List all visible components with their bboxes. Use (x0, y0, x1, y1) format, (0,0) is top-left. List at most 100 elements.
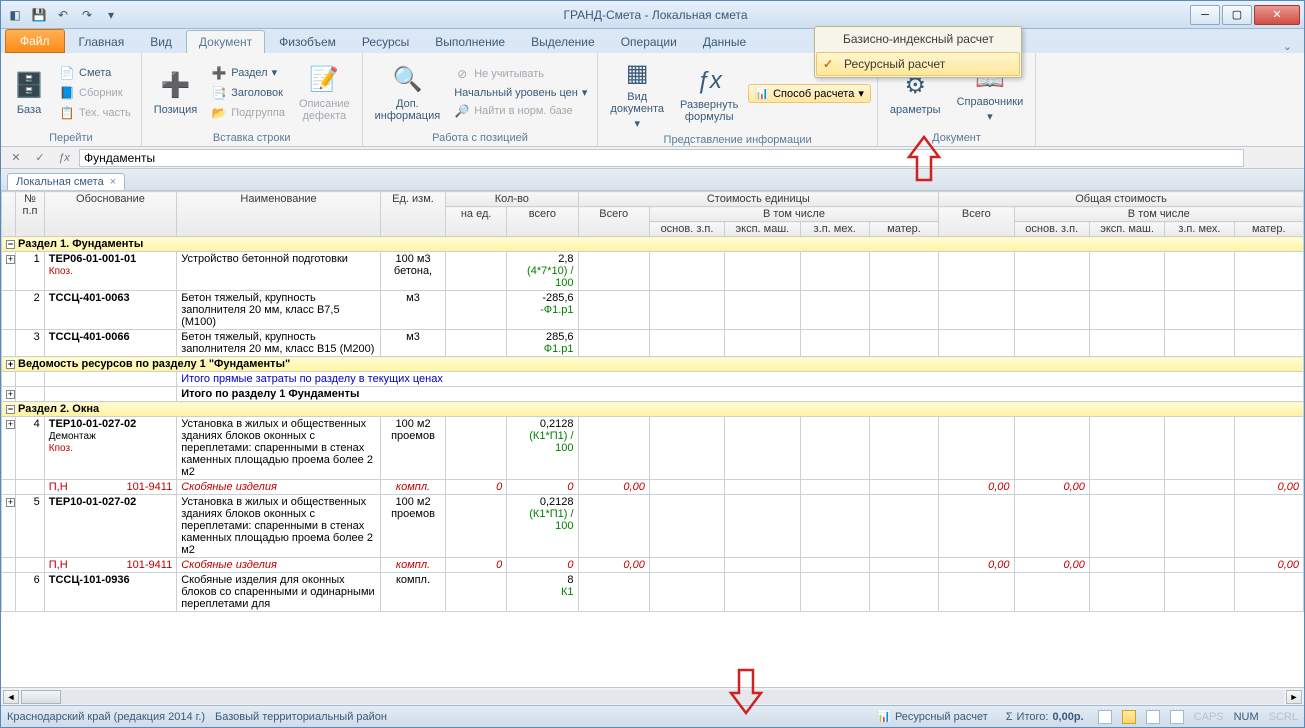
scroll-track[interactable] (21, 690, 1284, 704)
annotation-arrow-down (726, 668, 766, 718)
status-scrl: SCRL (1269, 711, 1298, 723)
th-uc-mater: матер. (869, 222, 938, 237)
dopinfo-button[interactable]: 🔍 Доп. информация (369, 62, 447, 124)
sbornik-button[interactable]: 📘Сборник (55, 84, 135, 102)
window-title: ГРАНД-Смета - Локальная смета (121, 8, 1190, 22)
scroll-left-icon[interactable]: ◄ (3, 690, 19, 704)
sheet-tab-local[interactable]: Локальная смета × (7, 173, 125, 190)
razdel-button[interactable]: ➕Раздел ▾ (207, 64, 289, 82)
sheet-tab-close-icon[interactable]: × (110, 176, 116, 188)
qat-redo-icon[interactable]: ↷ (77, 5, 97, 25)
nouse-button[interactable]: ⊘Не учитывать (450, 65, 591, 83)
expand-icon[interactable]: + (6, 390, 15, 399)
tab-resources[interactable]: Ресурсы (350, 31, 421, 53)
position-button[interactable]: ➕ Позиция (148, 68, 204, 118)
qat-dropdown-icon[interactable]: ▾ (101, 5, 121, 25)
formula-input[interactable] (79, 149, 1244, 167)
find-button[interactable]: 🔎Найти в норм. базе (450, 102, 591, 120)
fb-accept-icon[interactable]: ✓ (31, 149, 49, 167)
calc-method-menu: Базисно-индексный расчет ✓Ресурсный расч… (814, 26, 1022, 78)
expand-icon[interactable]: + (6, 498, 15, 507)
level-button[interactable]: Начальный уровень цен ▾ (450, 85, 591, 100)
view-mode-2-icon[interactable] (1122, 710, 1136, 724)
th-qty-unit: на ед. (446, 207, 507, 237)
ribbon-collapse-icon[interactable]: ⌄ (1283, 40, 1304, 53)
status-district: Базовый территориальный район (215, 711, 387, 723)
ribbon-tabs: Файл Главная Вид Документ Физобъем Ресур… (1, 29, 1304, 53)
grid-body[interactable]: −Раздел 1. Фундаменты + 1 ТЕР06-01-001-0… (2, 237, 1304, 612)
file-tab[interactable]: Файл (5, 29, 65, 53)
th-num: № п.п (16, 192, 45, 237)
table-row: Итого прямые затраты по разделу в текущи… (2, 372, 1304, 387)
subgroup-icon: 📂 (211, 105, 227, 121)
expand-formulas-button[interactable]: ƒx Развернуть формулы (674, 63, 744, 125)
dopinfo-icon: 🔍 (391, 64, 423, 96)
status-calc-mode[interactable]: 📊Ресурсный расчет (873, 709, 991, 724)
table-row: + 5 ТЕР10-01-027-02 Установка в жилых и … (2, 495, 1304, 558)
fb-cancel-icon[interactable]: ✕ (7, 149, 25, 167)
qat-save-icon[interactable]: 💾 (29, 5, 49, 25)
th-uc-zpmeh: з.п. мех. (800, 222, 869, 237)
th-tc-mater: матер. (1234, 222, 1303, 237)
collapse-icon[interactable]: − (6, 405, 15, 414)
smeta-button[interactable]: 📄Смета (55, 64, 135, 82)
expand-icon[interactable]: + (6, 420, 15, 429)
tab-execution[interactable]: Выполнение (423, 31, 517, 53)
th-basis: Обоснование (44, 192, 176, 237)
calc-method-button[interactable]: 📊 Способ расчета ▾ (748, 84, 870, 103)
th-unitcost: Стоимость единицы (578, 192, 939, 207)
tech-button[interactable]: 📋Тех. часть (55, 104, 135, 122)
table-row: 6 ТССЦ-101-0936 Скобяные изделия для око… (2, 573, 1304, 612)
docview-button[interactable]: ▦ Вид документа ▾ (604, 55, 670, 132)
header-button[interactable]: 📑Заголовок (207, 84, 289, 102)
subgroup-button[interactable]: 📂Подгруппа (207, 104, 289, 122)
fb-fx-icon[interactable]: ƒx (55, 149, 73, 167)
th-unit: Ед. изм. (380, 192, 445, 237)
scroll-thumb[interactable] (21, 690, 61, 704)
expand-icon[interactable]: + (6, 360, 15, 369)
tab-data[interactable]: Данные (691, 31, 758, 53)
section-row: −Раздел 2. Окна (2, 402, 1304, 417)
nouse-icon: ⊘ (454, 66, 470, 82)
calc-menu-resource[interactable]: ✓Ресурсный расчет (816, 52, 1020, 76)
tab-view[interactable]: Вид (138, 31, 184, 53)
th-tc-inc: В том числе (1014, 207, 1303, 222)
horizontal-scrollbar[interactable]: ◄ ► (1, 687, 1304, 705)
collapse-icon[interactable]: − (6, 240, 15, 249)
status-sum: ΣИтого: 0,00р. (1002, 710, 1088, 724)
qat-undo-icon[interactable]: ↶ (53, 5, 73, 25)
th-tc-total: Всего (939, 207, 1014, 237)
calc-menu-basis[interactable]: Базисно-индексный расчет (815, 27, 1021, 51)
table-row: П,Н 101-9411 Скобяные изделия компл. 0 0… (2, 558, 1304, 573)
grid: № п.п Обоснование Наименование Ед. изм. … (1, 191, 1304, 687)
check-icon: ✓ (823, 57, 833, 71)
tab-document[interactable]: Документ (186, 30, 265, 53)
th-uc-eksp: эксп. маш. (725, 222, 800, 237)
tab-selection[interactable]: Выделение (519, 31, 607, 53)
tab-operations[interactable]: Операции (609, 31, 689, 53)
expand-icon[interactable]: + (6, 255, 15, 264)
view-mode-1-icon[interactable] (1098, 710, 1112, 724)
smeta-icon: 📄 (59, 65, 75, 81)
table-row: 2 ТССЦ-401-0063 Бетон тяжелый, крупность… (2, 291, 1304, 330)
titlebar: ◧ 💾 ↶ ↷ ▾ ГРАНД-Смета - Локальная смета … (1, 1, 1304, 29)
tab-physvol[interactable]: Физобъем (267, 31, 348, 53)
group-go-title: Перейти (7, 130, 135, 144)
status-num: NUM (1234, 711, 1259, 723)
maximize-button[interactable]: ▢ (1222, 5, 1252, 25)
tab-main[interactable]: Главная (67, 31, 137, 53)
formula-bar: ✕ ✓ ƒx (1, 147, 1304, 169)
view-mode-4-icon[interactable] (1170, 710, 1184, 724)
th-uc-osn: основ. з.п. (649, 222, 724, 237)
view-mode-3-icon[interactable] (1146, 710, 1160, 724)
defect-button[interactable]: 📝 Описание дефекта (293, 62, 356, 124)
chevron-down-icon: ▾ (858, 87, 864, 100)
close-button[interactable]: ✕ (1254, 5, 1300, 25)
th-totalcost: Общая стоимость (939, 192, 1304, 207)
scroll-right-icon[interactable]: ► (1286, 690, 1302, 704)
th-tc-eksp: эксп. маш. (1089, 222, 1164, 237)
calc-icon: 📊 (755, 87, 769, 100)
base-button[interactable]: 🗄️ База (7, 68, 51, 118)
minimize-button[interactable]: ─ (1190, 5, 1220, 25)
annotation-arrow-up (904, 132, 944, 182)
